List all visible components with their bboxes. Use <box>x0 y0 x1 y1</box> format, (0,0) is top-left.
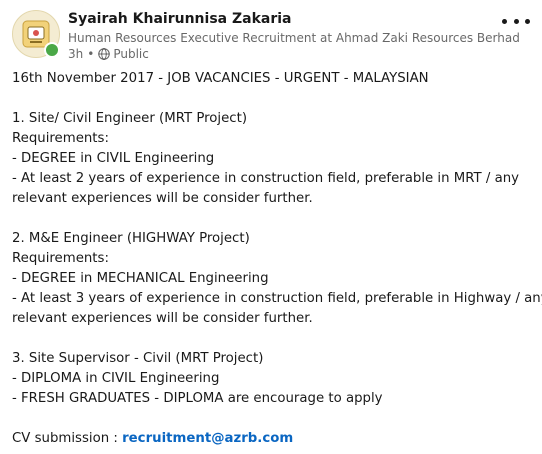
author-headline: Human Resources Executive Recruitment at… <box>68 31 520 45</box>
job1-requirement-2a: - At least 2 years of experience in cons… <box>12 171 520 186</box>
job1-requirements-label: Requirements: <box>12 131 109 146</box>
job1-requirement-2b: relevant experiences will be consider fu… <box>12 191 313 206</box>
job3-requirement-2: - FRESH GRADUATES - DIPLOMA are encourag… <box>12 391 383 406</box>
meta-separator: • <box>87 47 95 61</box>
more-options-button[interactable] <box>502 14 530 28</box>
more-horizontal-icon <box>502 18 507 24</box>
post-header: Syairah Khairunnisa Zakaria Human Resour… <box>12 10 530 62</box>
job2-requirement-2a: - At least 3 years of experience in cons… <box>12 291 542 306</box>
online-status-indicator <box>44 42 60 58</box>
more-horizontal-icon <box>513 18 519 24</box>
cv-email-link[interactable]: recruitment@azrb.com <box>122 431 293 446</box>
job2-requirements-label: Requirements: <box>12 251 109 266</box>
cv-submission-label: CV submission : <box>12 431 118 446</box>
post-time[interactable]: 3h <box>68 47 83 61</box>
job2-requirement-1: - DEGREE in MECHANICAL Engineering <box>12 271 269 286</box>
more-horizontal-icon <box>525 18 530 24</box>
job2-heading: 2. M&E Engineer (HIGHWAY Project) <box>12 231 250 246</box>
author-name[interactable]: Syairah Khairunnisa Zakaria <box>68 11 291 27</box>
author-avatar[interactable] <box>12 10 60 58</box>
job1-requirement-1: - DEGREE in CIVIL Engineering <box>12 151 215 166</box>
job3-heading: 3. Site Supervisor - Civil (MRT Project) <box>12 351 264 366</box>
cv-submission: CV submission : recruitment@azrb.com <box>12 429 532 449</box>
post-visibility: Public <box>113 47 149 61</box>
post-title: 16th November 2017 - JOB VACANCIES - URG… <box>12 71 429 86</box>
job1-heading: 1. Site/ Civil Engineer (MRT Project) <box>12 111 248 126</box>
globe-icon <box>98 48 111 60</box>
job3-requirement-1: - DIPLOMA in CIVIL Engineering <box>12 371 220 386</box>
post-body: 16th November 2017 - JOB VACANCIES - URG… <box>12 69 542 449</box>
post-meta: 3h • Public <box>68 47 149 61</box>
job2-requirement-2b: relevant experiences will be consider fu… <box>12 311 313 326</box>
feed-post: Syairah Khairunnisa Zakaria Human Resour… <box>0 0 542 454</box>
